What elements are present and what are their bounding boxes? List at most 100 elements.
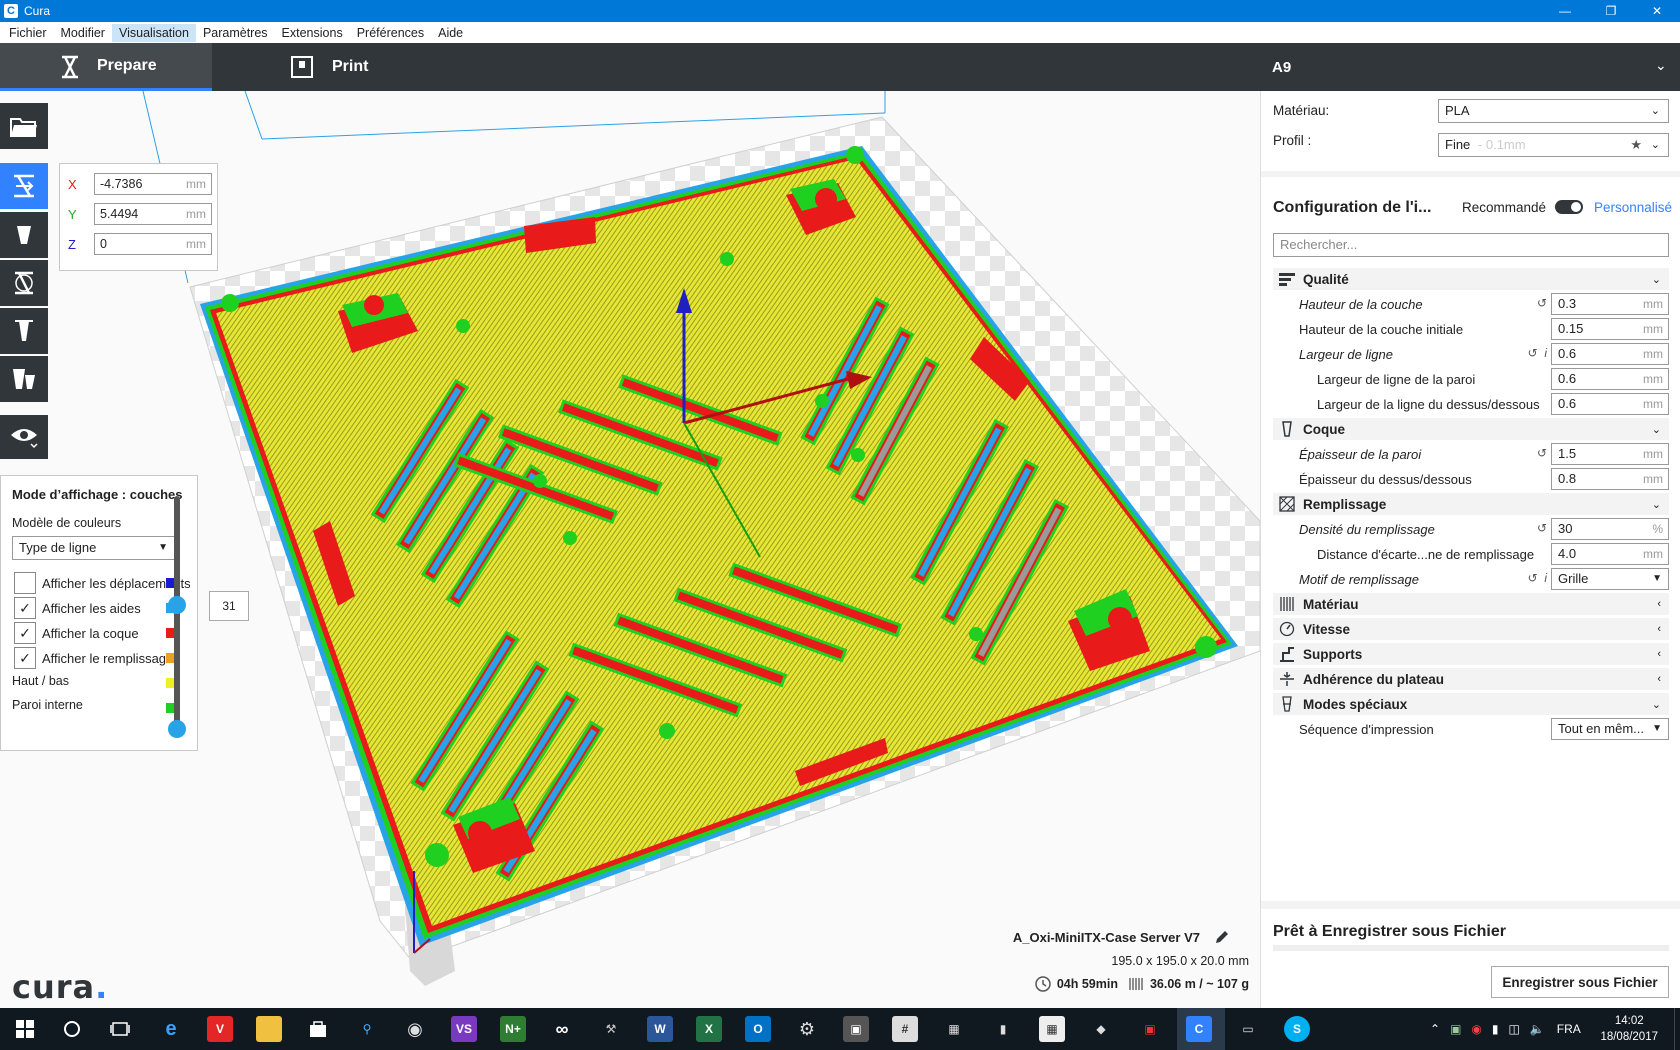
tray-chrome-icon[interactable]: ◉ [1471,1022,1481,1036]
tools-icon[interactable]: ⚒ [598,1016,624,1042]
category-quality[interactable]: Qualité ⌄ [1273,268,1669,290]
layer-height-input[interactable]: 0.3 mm [1551,293,1669,315]
line-width-input[interactable]: 0.6 mm [1551,343,1669,365]
rotate-tool-button[interactable] [0,260,48,306]
x-coordinate-input[interactable]: -4.7386 mm [94,173,212,195]
per-model-settings-button[interactable] [0,356,48,402]
visual-studio-icon[interactable]: VS [451,1016,477,1042]
show-helpers-checkbox[interactable]: ✓ Afficher les aides [14,596,141,620]
task-view-icon[interactable] [107,1016,133,1042]
category-infill[interactable]: Remplissage ⌄ [1273,493,1669,515]
checkmark-icon[interactable]: ✓ [14,597,36,619]
checkmark-icon[interactable]: ✓ [14,647,36,669]
menu-help[interactable]: Aide [431,24,470,42]
top-bottom-thickness-input[interactable]: 0.8 mm [1551,468,1669,490]
show-shell-checkbox[interactable]: ✓ Afficher la coque [14,621,139,645]
reset-icon[interactable]: ↺ [1537,521,1547,535]
minimize-button[interactable]: — [1542,0,1588,22]
color-model-select[interactable]: Type de ligne ▼ [12,536,175,560]
custom-label[interactable]: Personnalisé [1594,200,1672,215]
open-file-button[interactable] [0,103,48,149]
print-sequence-select[interactable]: Tout en mêm... ▼ [1551,718,1669,740]
reset-icon[interactable]: ↺ [1537,446,1547,460]
settings-search-input[interactable]: Rechercher... [1273,233,1669,257]
audio-tool-icon[interactable]: ▣ [1137,1016,1163,1042]
window-app-icon[interactable]: ▭ [1235,1016,1261,1042]
top-bottom-line-width-input[interactable]: 0.6 mm [1551,393,1669,415]
printer-selector[interactable]: A9 [1272,43,1291,91]
menu-preferences[interactable]: Préférences [350,24,431,42]
save-to-file-button[interactable]: Enregistrer sous Fichier [1491,966,1669,998]
layer-slider-lower-handle[interactable] [168,720,186,738]
recommended-label[interactable]: Recommandé [1462,200,1546,215]
layer-slider-upper-handle[interactable] [168,596,186,614]
reset-info-icons[interactable]: ↺ i [1528,571,1547,585]
arduino-icon[interactable]: ∞ [549,1016,575,1042]
chevron-down-icon[interactable]: ⌄ [1655,57,1667,74]
show-infill-checkbox[interactable]: ✓ Afficher le remplissage [14,646,173,670]
category-shell[interactable]: Coque ⌄ [1273,418,1669,440]
edge-browser-icon[interactable]: e [158,1016,184,1042]
excel-icon[interactable]: X [696,1016,722,1042]
profile-select[interactable]: Fine - 0.1mm ★ ⌄ [1438,133,1669,157]
category-adhesion[interactable]: Adhérence du plateau ‹ [1273,668,1669,690]
input-language[interactable]: FRA [1557,1022,1581,1036]
menu-view[interactable]: Visualisation [111,23,196,42]
taskbar-clock[interactable]: 14:02 18/08/2017 [1600,1013,1658,1045]
network-tool-icon[interactable]: ▦ [941,1016,967,1042]
wall-thickness-input[interactable]: 1.5 mm [1551,443,1669,465]
star-icon[interactable]: ★ [1630,134,1642,156]
category-speed[interactable]: Vitesse ‹ [1273,618,1669,640]
material-select[interactable]: PLA ⌄ [1438,99,1669,123]
volume-icon[interactable]: 🔈 [1530,1022,1545,1036]
file-explorer-icon[interactable] [256,1016,282,1042]
mirror-tool-button[interactable] [0,308,48,354]
infill-pattern-select[interactable]: Grille ▼ [1551,568,1669,590]
tray-expand-icon[interactable]: ⌃ [1430,1022,1440,1036]
tab-prepare[interactable]: Prepare [0,43,212,91]
infill-line-distance-input[interactable]: 4.0 mm [1551,543,1669,565]
menu-settings[interactable]: Paramètres [196,24,275,42]
outlook-icon[interactable]: O [745,1016,771,1042]
notepad-plus-icon[interactable]: N+ [500,1016,526,1042]
pencil-icon[interactable] [1214,929,1230,945]
tab-print[interactable]: Print [290,43,440,91]
z-coordinate-input[interactable]: 0 mm [94,233,212,255]
cortana-search-icon[interactable] [59,1016,85,1042]
y-coordinate-input[interactable]: 5.4494 mm [94,203,212,225]
menu-extensions[interactable]: Extensions [275,24,350,42]
store-icon[interactable] [305,1016,331,1042]
key-tool-icon[interactable]: ⚲ [354,1016,380,1042]
maximize-button[interactable]: ❐ [1588,0,1634,22]
menu-file[interactable]: Fichier [2,24,54,42]
initial-layer-height-input[interactable]: 0.15 mm [1551,318,1669,340]
steam-icon[interactable]: ⚙ [794,1016,820,1042]
category-material[interactable]: Matériau ‹ [1273,593,1669,615]
infill-density-input[interactable]: 30% [1551,518,1669,540]
checkmark-icon[interactable]: ✓ [14,622,36,644]
skype-icon[interactable]: S [1284,1016,1310,1042]
windows-start-icon[interactable] [12,1016,38,1042]
unity-icon[interactable]: ◆ [1088,1016,1114,1042]
layer-slider-track[interactable] [174,496,180,734]
remote-desktop-icon[interactable]: ▦ [1039,1016,1065,1042]
device-manager-icon[interactable]: ▣ [843,1016,869,1042]
lock-app-icon[interactable]: ◉ [402,1016,428,1042]
checkbox-unchecked[interactable] [14,572,36,594]
battery-icon[interactable]: ▮ [1492,1022,1499,1036]
calculator-icon[interactable]: # [892,1016,918,1042]
network-icon[interactable]: ◫ [1509,1022,1520,1036]
show-travel-checkbox[interactable]: Afficher les déplacements [14,571,191,595]
menu-edit[interactable]: Modifier [54,24,112,42]
wall-line-width-input[interactable]: 0.6 mm [1551,368,1669,390]
layer-number-input[interactable]: 31 [209,591,249,621]
category-special-modes[interactable]: Modes spéciaux ⌄ [1273,693,1669,715]
reset-icon[interactable]: ↺ [1537,296,1547,310]
cura-taskbar-icon[interactable]: C [1186,1016,1212,1042]
scale-tool-button[interactable] [0,212,48,258]
move-tool-button[interactable] [0,163,48,209]
reset-info-icons[interactable]: ↺ i [1528,346,1547,360]
tray-app-icon[interactable]: ▣ [1450,1022,1461,1036]
black-app-icon[interactable]: ▮ [990,1016,1016,1042]
category-supports[interactable]: Supports ‹ [1273,643,1669,665]
